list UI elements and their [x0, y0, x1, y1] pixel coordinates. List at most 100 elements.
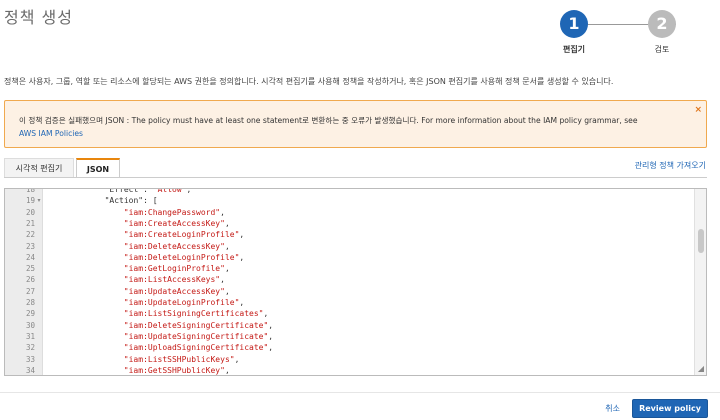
- json-string: "iam:DeleteLoginProfile": [123, 252, 240, 262]
- line-number: 21: [25, 218, 35, 228]
- cancel-button[interactable]: 취소: [605, 403, 620, 414]
- json-punctuation: ,: [224, 218, 230, 228]
- json-string: "iam:ListSigningCertificates": [123, 309, 264, 319]
- code-area[interactable]: "Effect": "Allow", "Action": ["iam:Change…: [43, 189, 694, 375]
- error-alert: 이 정책 검증은 실패했으며 JSON : The policy must ha…: [4, 100, 707, 148]
- fold-toggle-icon[interactable]: ▾: [35, 195, 43, 206]
- json-string: "iam:GetSSHPublicKey": [123, 365, 225, 375]
- line-number: 18: [25, 188, 35, 194]
- json-punctuation: :: [143, 189, 153, 194]
- json-punctuation: ,: [239, 230, 245, 240]
- line-number: 28: [25, 298, 35, 307]
- json-string: "iam:CreateLoginProfile": [123, 230, 240, 240]
- code-line[interactable]: "iam:UpdateLoginProfile",: [124, 297, 244, 308]
- code-line[interactable]: "Effect": "Allow",: [105, 189, 192, 195]
- tab-json[interactable]: JSON: [76, 158, 120, 178]
- code-line[interactable]: "iam:DeleteAccessKey",: [124, 241, 230, 252]
- json-punctuation: ,: [268, 343, 274, 353]
- code-line[interactable]: "iam:DeleteSigningCertificate",: [124, 320, 273, 331]
- json-punctuation: ,: [263, 309, 269, 319]
- line-number: 27: [25, 286, 35, 296]
- code-line[interactable]: "iam:ChangePassword",: [124, 207, 225, 218]
- scrollbar-thumb[interactable]: [698, 229, 704, 253]
- json-string: "iam:UpdateSigningCertificate": [123, 331, 269, 341]
- line-number: 19: [25, 196, 35, 206]
- json-key: "Action": [104, 196, 144, 206]
- line-number: 25: [25, 264, 35, 274]
- editor-scrollbar[interactable]: [694, 189, 706, 375]
- tabs-divider: [4, 177, 707, 178]
- code-line[interactable]: "Action": [: [105, 195, 158, 206]
- close-icon[interactable]: ×: [694, 105, 702, 115]
- json-string: "iam:ChangePassword": [123, 207, 221, 217]
- json-punctuation: : [: [143, 196, 158, 206]
- line-number: 22: [25, 230, 35, 240]
- code-line[interactable]: "iam:UpdateSigningCertificate",: [124, 331, 273, 342]
- code-line[interactable]: "iam:ListAccessKeys",: [124, 274, 225, 285]
- json-punctuation: ,: [239, 298, 245, 307]
- json-string: "iam:ListSSHPublicKeys": [123, 354, 235, 364]
- json-punctuation: ,: [220, 275, 225, 285]
- code-line[interactable]: "iam:GetLoginProfile",: [124, 263, 230, 274]
- line-number: 33: [25, 354, 35, 364]
- line-number: 30: [25, 320, 35, 330]
- json-punctuation: ,: [224, 241, 230, 251]
- line-number: 24: [25, 252, 35, 262]
- json-key: "Effect": [104, 189, 144, 194]
- json-punctuation: ,: [224, 286, 230, 296]
- step-1-label: 편집기: [562, 45, 586, 54]
- json-string: "iam:GetLoginProfile": [123, 264, 225, 274]
- json-string: "iam:DeleteSigningCertificate": [123, 320, 269, 330]
- json-punctuation: ,: [268, 331, 274, 341]
- import-managed-policy-link[interactable]: 관리형 정책 가져오기: [635, 160, 706, 171]
- step-2-label: 검토: [654, 45, 670, 54]
- step-1-indicator: 1: [560, 10, 588, 38]
- code-line[interactable]: "iam:DeleteLoginProfile",: [124, 252, 244, 263]
- code-line[interactable]: "iam:CreateAccessKey",: [124, 218, 230, 229]
- json-string: "iam:UpdateLoginProfile": [123, 298, 240, 307]
- line-number: 23: [25, 241, 35, 251]
- json-punctuation: ,: [186, 189, 192, 194]
- tab-visual-editor[interactable]: 시각적 편집기: [4, 158, 74, 178]
- line-number: 32: [25, 343, 35, 353]
- json-string: "Allow": [152, 189, 187, 194]
- code-line[interactable]: "iam:ListSigningCertificates",: [124, 308, 269, 319]
- line-number-gutter: 18 19 ▾ 20 21 22 23 24 25 26 27 28 29 30 31 32 33 34: [5, 189, 43, 375]
- code-line[interactable]: "iam:CreateLoginProfile",: [124, 229, 244, 240]
- json-punctuation: ,: [268, 320, 274, 330]
- line-number: 26: [25, 275, 35, 285]
- iam-policies-link[interactable]: AWS IAM Policies: [19, 129, 83, 138]
- review-policy-button[interactable]: Review policy: [632, 399, 708, 418]
- json-punctuation: ,: [220, 207, 225, 217]
- code-line[interactable]: "iam:GetSSHPublicKey",: [124, 365, 230, 375]
- code-line[interactable]: "iam:UpdateAccessKey",: [124, 286, 230, 297]
- json-string: "iam:UploadSigningCertificate": [123, 343, 269, 353]
- resize-handle-icon[interactable]: ◢: [698, 364, 704, 373]
- line-number: 29: [25, 309, 35, 319]
- page-description: 정책은 사용자, 그룹, 역할 또는 리소스에 할당되는 AWS 권한을 정의합…: [4, 77, 614, 86]
- code-line[interactable]: "iam:ListSSHPublicKeys",: [124, 354, 240, 365]
- json-string: "iam:DeleteAccessKey": [123, 241, 225, 251]
- json-punctuation: ,: [234, 354, 240, 364]
- json-code-editor[interactable]: 18 19 ▾ 20 21 22 23 24 25 26 27 28 29 30 31 32 33 34 "Eff…: [4, 188, 707, 376]
- footer-bar: 취소 Review policy: [8, 393, 718, 420]
- alert-message-block: 이 정책 검증은 실패했으며 JSON : The policy must ha…: [19, 114, 687, 140]
- code-line[interactable]: "iam:UploadSigningCertificate",: [124, 342, 273, 353]
- alert-message: 이 정책 검증은 실패했으며 JSON : The policy must ha…: [19, 116, 638, 125]
- wizard-steps: 1 2 편집기 검토: [556, 10, 696, 60]
- json-punctuation: ,: [224, 264, 230, 274]
- page-title: 정책 생성: [4, 8, 73, 27]
- line-number: 34: [25, 365, 35, 375]
